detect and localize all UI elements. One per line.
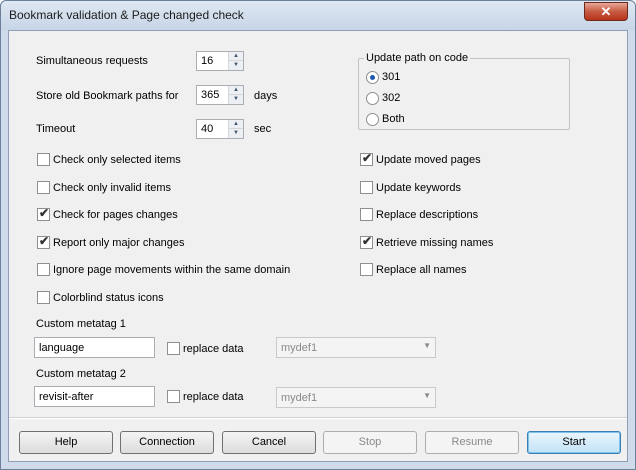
checkmark-icon: ✔	[39, 206, 50, 220]
spinner-arrows: ▲ ▼	[228, 86, 243, 104]
chevron-down-icon: ▼	[423, 391, 431, 400]
radio-302[interactable]	[366, 92, 379, 105]
spin-up-icon[interactable]: ▲	[229, 52, 243, 61]
chevron-down-icon: ▼	[423, 341, 431, 350]
radio-both[interactable]	[366, 113, 379, 126]
stop-button[interactable]: Stop	[323, 431, 417, 454]
radio-302-label[interactable]: 302	[382, 92, 400, 104]
custom-metatag-2-field[interactable]	[34, 386, 155, 407]
spinner-arrows: ▲ ▼	[228, 52, 243, 70]
report-major-changes-checkbox[interactable]: ✔	[37, 234, 50, 249]
retrieve-missing-names-label[interactable]: Retrieve missing names	[376, 237, 493, 249]
title-bar[interactable]: Bookmark validation & Page changed check…	[1, 1, 635, 30]
cancel-button[interactable]: Cancel	[222, 431, 316, 454]
metatag-1-default-select[interactable]: mydef1 ▼	[276, 337, 436, 358]
close-button[interactable]: ✕	[584, 2, 628, 21]
store-old-paths-value: 365	[201, 89, 220, 101]
store-old-paths-label: Store old Bookmark paths for	[36, 90, 179, 102]
timeout-label: Timeout	[36, 123, 76, 135]
update-keywords-label[interactable]: Update keywords	[376, 182, 461, 194]
dialog-window: Bookmark validation & Page changed check…	[0, 0, 636, 470]
update-moved-pages-checkbox[interactable]: ✔	[360, 151, 373, 166]
button-divider	[9, 417, 627, 419]
radio-301-label[interactable]: 301	[382, 71, 400, 83]
days-unit-label: days	[254, 90, 278, 102]
check-only-selected-label[interactable]: Check only selected items	[53, 154, 181, 166]
check-pages-changes-checkbox[interactable]: ✔	[37, 206, 50, 221]
connection-button[interactable]: Connection	[120, 431, 214, 454]
check-only-invalid-checkbox[interactable]	[37, 181, 50, 194]
simultaneous-requests-label: Simultaneous requests	[36, 55, 148, 67]
report-major-changes-label[interactable]: Report only major changes	[53, 237, 184, 249]
spin-up-icon[interactable]: ▲	[229, 120, 243, 129]
spin-down-icon[interactable]: ▼	[229, 61, 243, 70]
simultaneous-requests-value: 16	[201, 55, 214, 67]
custom-metatag-2-input[interactable]	[35, 387, 154, 406]
checkmark-icon: ✔	[362, 234, 373, 248]
metatag-2-default-select[interactable]: mydef1 ▼	[276, 387, 436, 408]
metatag-2-default-value: mydef1	[281, 392, 318, 404]
colorblind-icons-label[interactable]: Colorblind status icons	[53, 292, 164, 304]
store-old-paths-spinner[interactable]: 365 ▲ ▼	[196, 85, 244, 105]
custom-metatag-1-field[interactable]	[34, 337, 155, 358]
spin-down-icon[interactable]: ▼	[229, 95, 243, 104]
checkmark-icon: ✔	[39, 234, 50, 248]
colorblind-icons-checkbox[interactable]	[37, 291, 50, 304]
window-title: Bookmark validation & Page changed check	[9, 8, 244, 22]
dialog-client: Simultaneous requests 16 ▲ ▼ Store old B…	[8, 30, 628, 462]
spin-up-icon[interactable]: ▲	[229, 86, 243, 95]
custom-metatag-1-label: Custom metatag 1	[36, 318, 126, 330]
update-keywords-checkbox[interactable]	[360, 181, 373, 194]
check-pages-changes-label[interactable]: Check for pages changes	[53, 209, 178, 221]
replace-descriptions-checkbox[interactable]	[360, 208, 373, 221]
timeout-value: 40	[201, 123, 214, 135]
replace-descriptions-label[interactable]: Replace descriptions	[376, 209, 478, 221]
replace-data-2-label[interactable]: replace data	[183, 391, 244, 403]
update-moved-pages-label[interactable]: Update moved pages	[376, 154, 481, 166]
checkmark-icon: ✔	[362, 151, 373, 165]
replace-data-1-checkbox[interactable]	[167, 342, 180, 355]
replace-all-names-label[interactable]: Replace all names	[376, 264, 467, 276]
retrieve-missing-names-checkbox[interactable]: ✔	[360, 234, 373, 249]
ignore-page-movements-checkbox[interactable]	[37, 263, 50, 276]
start-button[interactable]: Start	[527, 431, 621, 454]
check-only-invalid-label[interactable]: Check only invalid items	[53, 182, 171, 194]
custom-metatag-2-label: Custom metatag 2	[36, 368, 126, 380]
check-only-selected-checkbox[interactable]	[37, 153, 50, 166]
sec-unit-label: sec	[254, 123, 272, 135]
replace-data-2-checkbox[interactable]	[167, 390, 180, 403]
radio-both-label[interactable]: Both	[382, 113, 405, 125]
metatag-1-default-value: mydef1	[281, 342, 318, 354]
replace-data-1-label[interactable]: replace data	[183, 343, 244, 355]
radio-301[interactable]	[366, 71, 379, 84]
ignore-page-movements-label[interactable]: Ignore page movements within the same do…	[53, 264, 290, 276]
close-icon: ✕	[600, 4, 612, 19]
spinner-arrows: ▲ ▼	[228, 120, 243, 138]
radio-selected-dot	[370, 75, 375, 80]
replace-all-names-checkbox[interactable]	[360, 263, 373, 276]
timeout-spinner[interactable]: 40 ▲ ▼	[196, 119, 244, 139]
help-button[interactable]: Help	[19, 431, 113, 454]
update-path-legend: Update path on code	[364, 52, 471, 64]
resume-button[interactable]: Resume	[425, 431, 519, 454]
spin-down-icon[interactable]: ▼	[229, 129, 243, 138]
simultaneous-requests-spinner[interactable]: 16 ▲ ▼	[196, 51, 244, 71]
custom-metatag-1-input[interactable]	[35, 338, 154, 357]
